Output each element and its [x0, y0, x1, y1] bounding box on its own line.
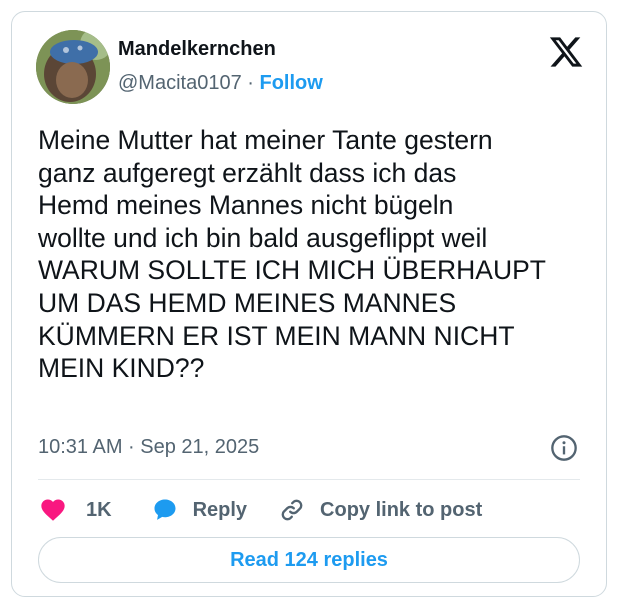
copy-link-label: Copy link to post [320, 498, 483, 521]
read-replies-label: Read 124 replies [230, 548, 388, 571]
like-count: 1K [86, 498, 112, 521]
heart-icon [38, 495, 68, 525]
x-logo-icon[interactable] [548, 34, 584, 70]
display-name[interactable]: Mandelkernchen [118, 38, 276, 61]
read-replies-button[interactable]: Read 124 replies [38, 537, 580, 583]
avatar-image [36, 30, 110, 104]
follow-button[interactable]: Follow [260, 72, 323, 94]
handle-row: @Macita0107 · Follow [118, 72, 323, 95]
reply-label: Reply [192, 498, 248, 521]
link-icon [277, 495, 307, 525]
separator-dot: · [247, 72, 254, 94]
timestamp[interactable]: 10:31 AM · Sep 21, 2025 [38, 436, 259, 459]
reply-button[interactable]: Reply [150, 495, 247, 525]
info-icon[interactable] [550, 434, 578, 462]
copy-link-button[interactable]: Copy link to post [277, 495, 482, 525]
avatar[interactable] [36, 30, 110, 104]
user-handle[interactable]: @Macita0107 [118, 72, 242, 94]
speech-bubble-icon [150, 495, 180, 525]
action-bar: 1K Reply Copy link to post [38, 490, 482, 530]
like-button[interactable]: 1K [38, 495, 112, 525]
tweet-card: Mandelkernchen @Macita0107 · Follow Mein… [11, 11, 607, 597]
divider [38, 479, 580, 480]
tweet-text: Meine Mutter hat meiner Tante gestern ga… [38, 125, 546, 384]
